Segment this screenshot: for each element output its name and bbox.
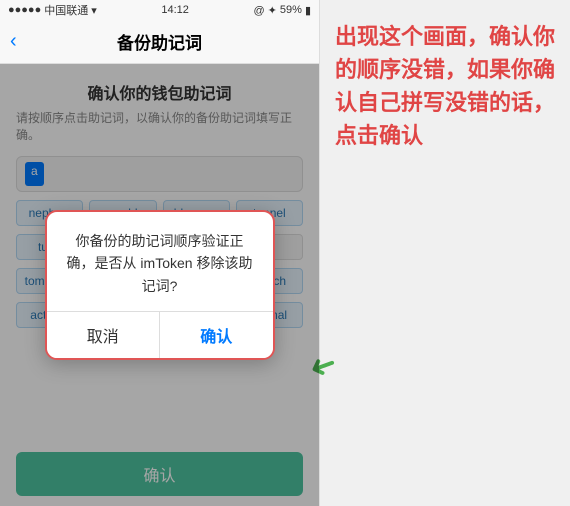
wifi-icon: ▾	[91, 4, 97, 17]
status-left: ●●●●● 中国联通 ▾	[8, 2, 97, 18]
nav-bar: ‹ 备份助记词	[0, 20, 319, 64]
status-icons: @ ✦	[253, 4, 276, 17]
main-content: 确认你的钱包助记词 请按顺序点击助记词，以确认你的备份助记词填写正确。 a ne…	[0, 64, 319, 506]
dialog-message: 你备份的助记词顺序验证正确，是否从 imToken 移除该助记词?	[67, 233, 253, 294]
dialog-actions: 取消 确认	[47, 311, 273, 358]
time-display: 14:12	[161, 4, 189, 16]
dialog-confirm-button[interactable]: 确认	[160, 312, 273, 358]
annotation-panel: 出现这个画面，确认你的顺序没错，如果你确认自己拼写没错的话，点击确认 ➜	[320, 0, 570, 506]
dialog-body: 你备份的助记词顺序验证正确，是否从 imToken 移除该助记词?	[47, 212, 273, 311]
phone-frame: ●●●●● 中国联通 ▾ 14:12 @ ✦ 59% ▮ ‹ 备份助记词 确认你…	[0, 0, 320, 506]
carrier-label: 中国联通	[44, 2, 88, 18]
battery-icon: ▮	[305, 4, 311, 17]
back-button[interactable]: ‹	[10, 30, 17, 53]
dialog-overlay: 你备份的助记词顺序验证正确，是否从 imToken 移除该助记词? 取消 确认	[0, 64, 319, 506]
status-bar: ●●●●● 中国联通 ▾ 14:12 @ ✦ 59% ▮	[0, 0, 319, 20]
signal-dots: ●●●●●	[8, 4, 41, 16]
battery-percent: 59%	[280, 4, 302, 16]
nav-title: 备份助记词	[117, 29, 202, 54]
dialog-cancel-button[interactable]: 取消	[47, 312, 161, 358]
dialog-box: 你备份的助记词顺序验证正确，是否从 imToken 移除该助记词? 取消 确认	[45, 210, 275, 360]
status-right: @ ✦ 59% ▮	[253, 4, 311, 17]
annotation-text: 出现这个画面，确认你的顺序没错，如果你确认自己拼写没错的话，点击确认	[335, 20, 560, 152]
